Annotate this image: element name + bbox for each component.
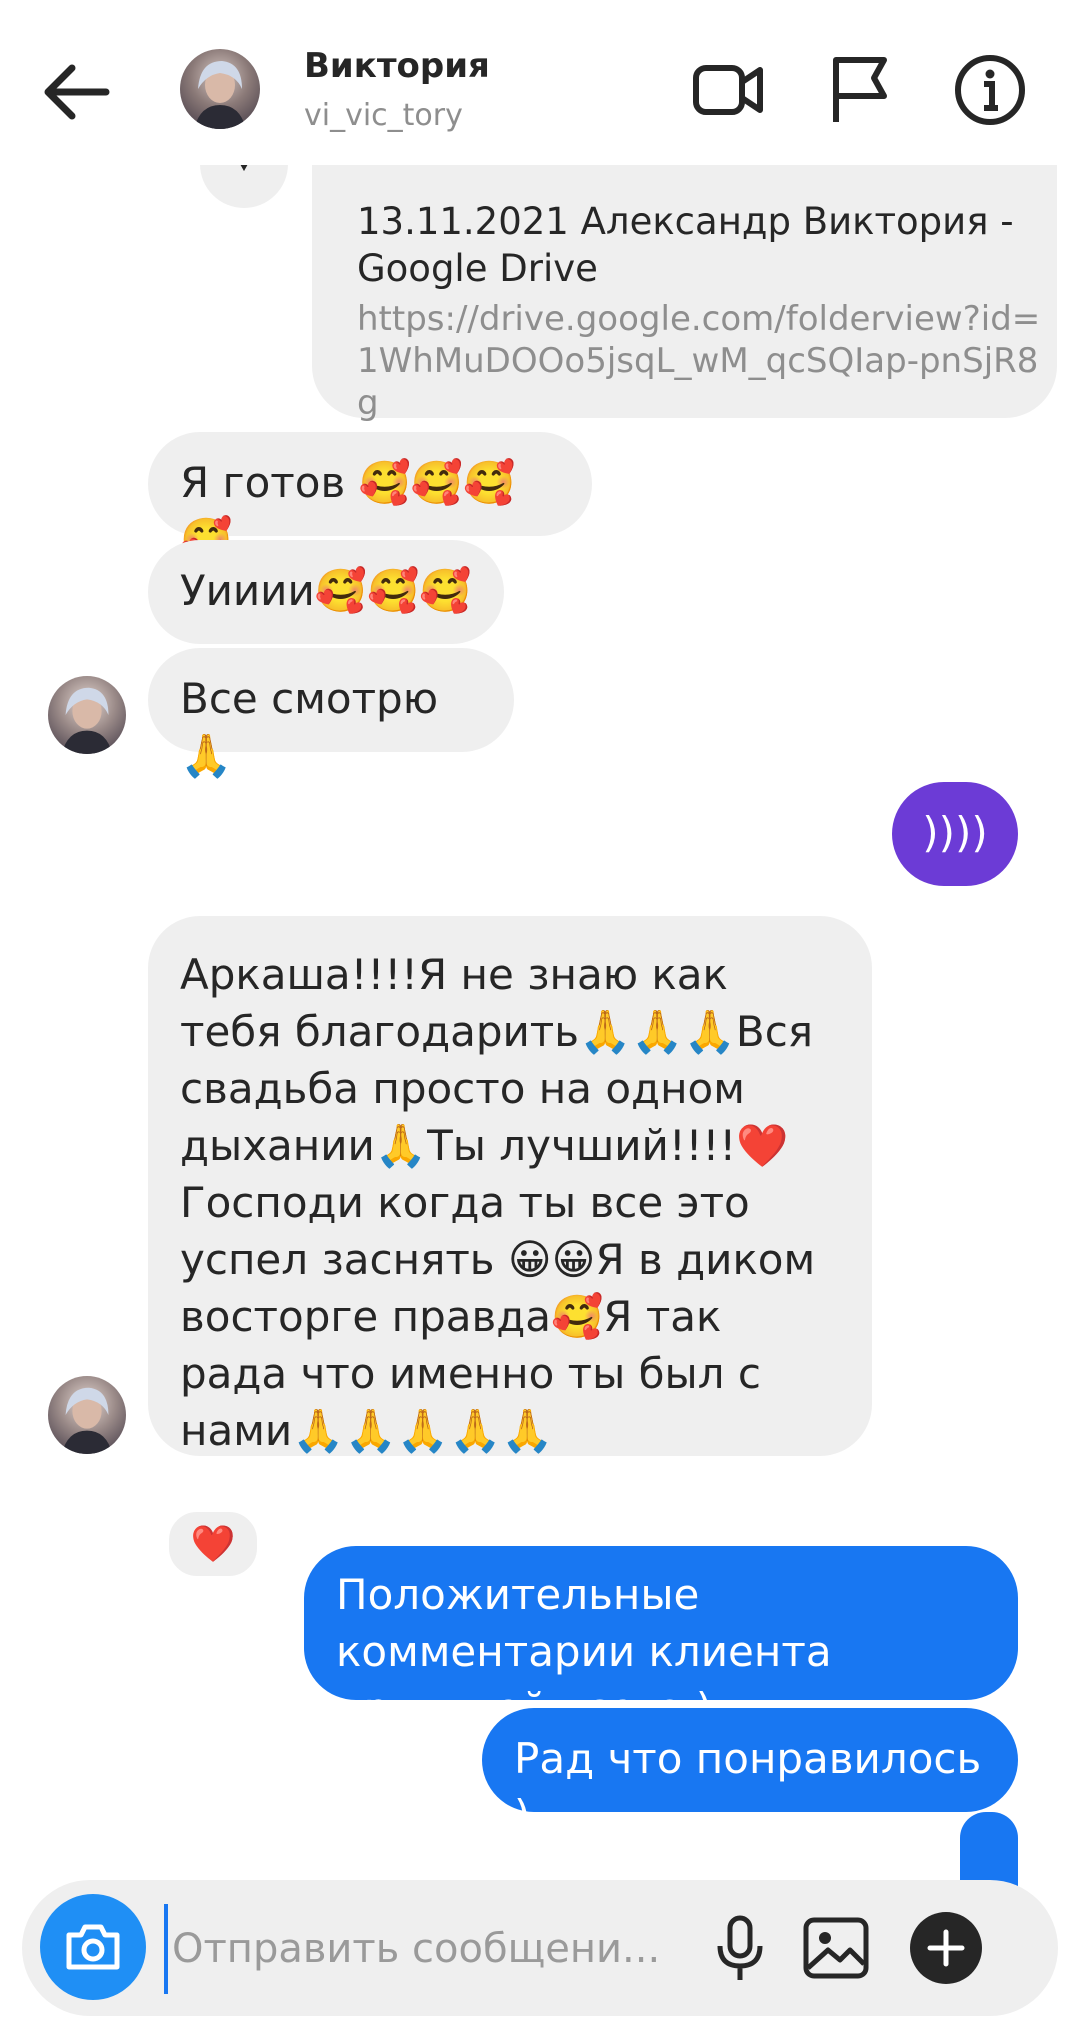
- voice-message-button[interactable]: [702, 1910, 778, 1986]
- message-bubble-incoming[interactable]: Аркаша!!!!Я не знаю как тебя благодарить…: [148, 916, 872, 1456]
- contact-avatar[interactable]: [180, 49, 260, 129]
- message-bubble-incoming[interactable]: Я готов 🥰🥰🥰🥰: [148, 432, 592, 564]
- contact-name[interactable]: Виктория: [304, 46, 490, 86]
- video-camera-icon: [693, 65, 763, 115]
- camera-icon: [66, 1924, 120, 1970]
- message-bubble-outgoing[interactable]: Положительные комментарии клиента приятн…: [304, 1546, 1018, 1733]
- heart-reaction-icon: ❤️: [190, 1524, 236, 1565]
- back-button[interactable]: [36, 58, 116, 126]
- sender-avatar[interactable]: [48, 1376, 126, 1454]
- info-icon: [955, 55, 1025, 125]
- chat-header: Виктория vi_vic_tory: [0, 0, 1080, 165]
- gallery-button[interactable]: [798, 1910, 874, 1986]
- link-title: 13.11.2021 Александр Виктория - Google D…: [357, 200, 1014, 290]
- link-url[interactable]: https://drive.google.com/folderview?id=1…: [357, 298, 1047, 424]
- plus-icon: [927, 1929, 965, 1967]
- info-button[interactable]: [952, 52, 1028, 128]
- message-text: Уииии🥰🥰🥰: [180, 566, 472, 615]
- sender-avatar[interactable]: [48, 676, 126, 754]
- message-input[interactable]: [164, 1904, 694, 1994]
- back-arrow-icon: [44, 64, 110, 120]
- message-bubble-incoming[interactable]: Все смотрю🙏: [148, 648, 514, 780]
- more-options-button[interactable]: [910, 1912, 982, 1984]
- message-text: Рад что понравилось ): [514, 1734, 982, 1840]
- message-bubble-outgoing[interactable]: )))): [892, 782, 1018, 886]
- camera-button[interactable]: [40, 1894, 146, 2000]
- gallery-icon: [803, 1917, 869, 1979]
- message-text: Все смотрю🙏: [180, 674, 439, 780]
- shared-link-card[interactable]: 13.11.2021 Александр Виктория - Google D…: [312, 140, 1057, 423]
- message-reaction[interactable]: ❤️: [165, 1508, 261, 1580]
- message-text: )))): [922, 808, 988, 857]
- message-text: Аркаша!!!!Я не знаю как тебя благодарить…: [180, 950, 816, 1455]
- report-button[interactable]: [822, 52, 898, 128]
- microphone-icon: [717, 1915, 763, 1980]
- message-composer: [22, 1880, 1058, 2016]
- contact-username[interactable]: vi_vic_tory: [304, 98, 463, 133]
- message-bubble-incoming[interactable]: Уииии🥰🥰🥰: [148, 540, 504, 644]
- video-call-button[interactable]: [690, 52, 766, 128]
- message-bubble-outgoing[interactable]: Рад что понравилось ): [482, 1708, 1018, 1840]
- flag-icon: [833, 57, 887, 122]
